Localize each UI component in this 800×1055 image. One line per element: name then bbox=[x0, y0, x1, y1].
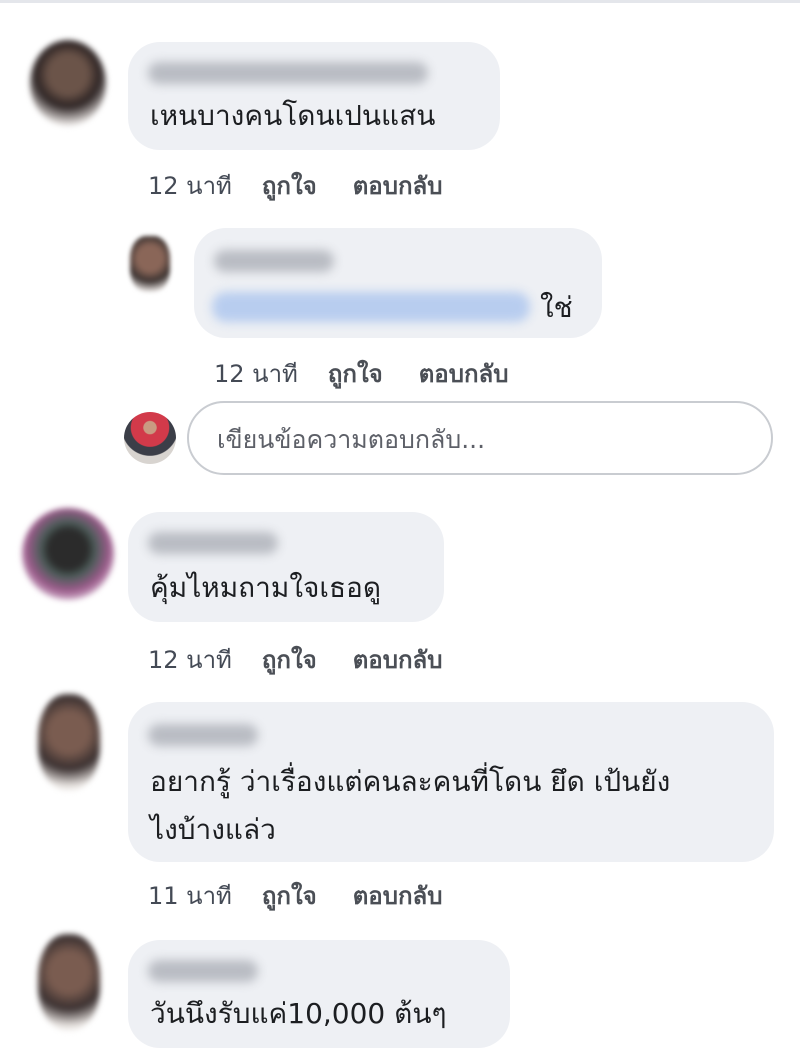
replier-name-blurred[interactable] bbox=[214, 250, 334, 272]
like-button[interactable]: ถูกใจ bbox=[262, 166, 317, 205]
reply-avatar[interactable] bbox=[130, 236, 170, 292]
reply-input[interactable] bbox=[215, 417, 739, 461]
reply-button[interactable]: ตอบกลับ bbox=[353, 640, 443, 679]
like-button[interactable]: ถูกใจ bbox=[262, 640, 317, 679]
comment-bubble: คุ้มไหมถามใจเธอดู bbox=[128, 512, 444, 622]
comment-bubble: อยากรู้ ว่าเรื่องแต่คนละคนที่โดน ยึด เป้… bbox=[128, 702, 774, 862]
commenter-avatar[interactable] bbox=[30, 40, 106, 126]
reply-actions: 12 นาที ถูกใจ ตอบกลับ bbox=[214, 354, 508, 393]
commenter-avatar[interactable] bbox=[38, 934, 100, 1030]
current-user-avatar bbox=[124, 412, 176, 464]
comment-text-line2: ไงบ้างแล่ว bbox=[150, 813, 276, 846]
comment-text-line1: อยากรู้ ว่าเรื่องแต่คนละคนที่โดน ยึด เป้… bbox=[150, 765, 671, 798]
comment-bubble: วันนึงรับแค่10,000 ต้นๆ bbox=[128, 940, 510, 1048]
comment-timestamp: 11 นาที bbox=[148, 882, 232, 910]
reply-bubble: ใช่ bbox=[194, 228, 602, 338]
reply-input-box[interactable] bbox=[187, 401, 773, 475]
commenter-name-blurred[interactable] bbox=[148, 62, 428, 84]
comment-text: คุ้มไหมถามใจเธอดู bbox=[150, 571, 382, 604]
comment-timestamp: 12 นาที bbox=[148, 172, 232, 200]
mention-tag-blurred[interactable] bbox=[212, 292, 530, 322]
comment-actions: 12 นาที ถูกใจ ตอบกลับ bbox=[148, 640, 442, 679]
like-button[interactable]: ถูกใจ bbox=[328, 354, 383, 393]
commenter-name-blurred[interactable] bbox=[148, 960, 258, 982]
reply-button[interactable]: ตอบกลับ bbox=[353, 876, 443, 915]
comment-bubble: เหนบางคนโดนเปนแสน bbox=[128, 42, 500, 150]
like-button[interactable]: ถูกใจ bbox=[262, 876, 317, 915]
comment-actions: 11 นาที ถูกใจ ตอบกลับ bbox=[148, 876, 442, 915]
comment-text: เหนบางคนโดนเปนแสน bbox=[150, 99, 436, 132]
commenter-name-blurred[interactable] bbox=[148, 724, 258, 746]
commenter-name-blurred[interactable] bbox=[148, 532, 278, 554]
reply-timestamp: 12 นาที bbox=[214, 360, 298, 388]
commenter-avatar[interactable] bbox=[38, 694, 100, 790]
reply-text: ใช่ bbox=[540, 291, 573, 324]
commenter-avatar[interactable] bbox=[22, 508, 114, 600]
comment-text: วันนึงรับแค่10,000 ต้นๆ bbox=[150, 997, 447, 1030]
comment-timestamp: 12 นาที bbox=[148, 646, 232, 674]
top-divider bbox=[0, 0, 800, 3]
reply-button[interactable]: ตอบกลับ bbox=[353, 166, 443, 205]
reply-button[interactable]: ตอบกลับ bbox=[419, 354, 509, 393]
comment-actions: 12 นาที ถูกใจ ตอบกลับ bbox=[148, 166, 442, 205]
